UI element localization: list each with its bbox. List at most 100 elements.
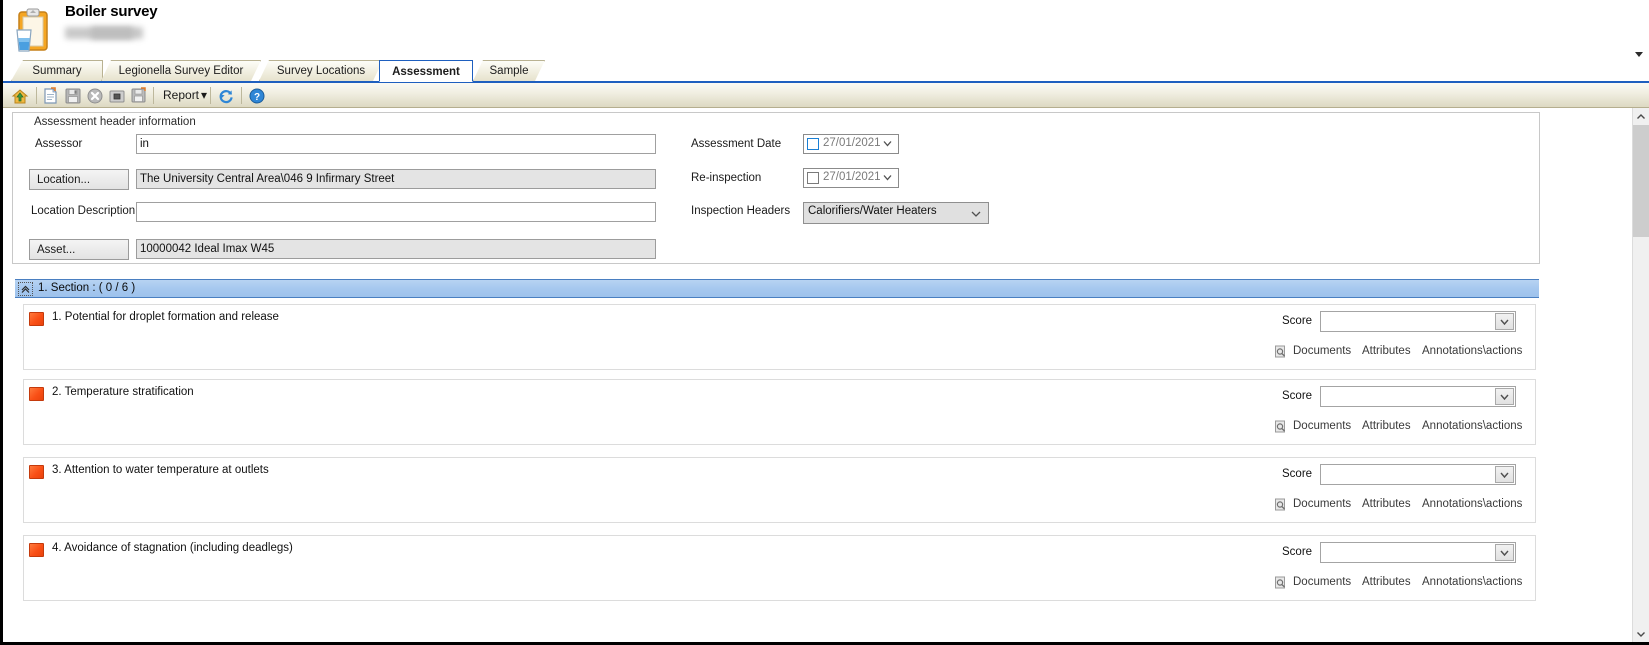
asset-value-input[interactable] bbox=[136, 239, 656, 259]
chevron-down-icon[interactable] bbox=[882, 138, 893, 149]
location-description-label: Location Description bbox=[31, 205, 135, 217]
clipboard-water-icon bbox=[11, 8, 55, 54]
documents-link[interactable]: Documents bbox=[1293, 498, 1351, 510]
attributes-link[interactable]: Attributes bbox=[1362, 345, 1411, 357]
section-header-bar[interactable]: 1. Section : ( 0 / 6 ) bbox=[15, 279, 1539, 298]
asset-button[interactable]: Asset... bbox=[29, 239, 129, 260]
annotations-actions-link[interactable]: Annotations\actions bbox=[1422, 345, 1522, 357]
new-document-icon[interactable] bbox=[42, 87, 60, 105]
document-search-icon[interactable] bbox=[1274, 345, 1287, 358]
score-label: Score bbox=[1282, 390, 1312, 402]
annotations-actions-link[interactable]: Annotations\actions bbox=[1422, 576, 1522, 588]
reinspection-date-value: 27/01/2021 bbox=[823, 171, 881, 183]
reinspection-date-picker[interactable]: 27/01/2021 bbox=[803, 168, 899, 188]
score-select[interactable] bbox=[1320, 464, 1516, 485]
documents-link[interactable]: Documents bbox=[1293, 576, 1351, 588]
score-select[interactable] bbox=[1320, 311, 1516, 332]
toolbar-separator-2 bbox=[153, 87, 154, 104]
location-value-input[interactable] bbox=[136, 169, 656, 189]
reinspection-date-checkbox[interactable] bbox=[807, 172, 819, 184]
page-title: Boiler survey bbox=[65, 3, 157, 20]
inspection-headers-select[interactable]: Calorifiers/Water Heaters bbox=[803, 202, 989, 224]
status-swatch bbox=[29, 387, 44, 401]
tab-label: Survey Locations bbox=[277, 65, 365, 77]
collapse-chevron-icon[interactable] bbox=[18, 282, 33, 296]
svg-text:?: ? bbox=[254, 92, 260, 103]
documents-link[interactable]: Documents bbox=[1293, 345, 1351, 357]
reinspection-label: Re-inspection bbox=[691, 172, 761, 184]
attributes-link[interactable]: Attributes bbox=[1362, 576, 1411, 588]
tab-label: Legionella Survey Editor bbox=[119, 65, 244, 77]
tab-survey-locations[interactable]: Survey Locations bbox=[259, 60, 383, 81]
document-search-icon[interactable] bbox=[1274, 576, 1287, 589]
vertical-scrollbar[interactable] bbox=[1632, 108, 1649, 642]
redacted-subtitle-2 bbox=[91, 27, 133, 39]
document-search-icon[interactable] bbox=[1274, 420, 1287, 433]
chevron-down-icon[interactable] bbox=[1495, 388, 1514, 405]
score-select[interactable] bbox=[1320, 386, 1516, 407]
document-search-icon[interactable] bbox=[1274, 498, 1287, 511]
question-card-4: 4. Avoidance of stagnation (including de… bbox=[23, 535, 1536, 601]
help-icon[interactable]: ? bbox=[248, 87, 266, 105]
toolbar-separator-3 bbox=[210, 87, 211, 104]
chevron-down-icon[interactable] bbox=[1633, 48, 1645, 60]
chevron-down-icon[interactable] bbox=[882, 172, 893, 183]
annotations-actions-link[interactable]: Annotations\actions bbox=[1422, 498, 1522, 510]
tab-sample[interactable]: Sample bbox=[473, 60, 545, 81]
assessment-date-value: 27/01/2021 bbox=[823, 137, 881, 149]
home-icon[interactable] bbox=[11, 87, 29, 105]
refresh-icon[interactable] bbox=[217, 87, 235, 105]
status-swatch bbox=[29, 543, 44, 557]
chevron-down-icon[interactable] bbox=[1495, 313, 1514, 330]
question-text: 2. Temperature stratification bbox=[52, 386, 194, 398]
application-window: Boiler survey Summary Legionella Survey … bbox=[0, 0, 1649, 645]
tab-summary[interactable]: Summary bbox=[11, 60, 103, 81]
question-text: 3. Attention to water temperature at out… bbox=[52, 464, 269, 476]
tab-label: Summary bbox=[32, 65, 81, 77]
score-label: Score bbox=[1282, 468, 1312, 480]
status-swatch bbox=[29, 465, 44, 479]
annotations-actions-link[interactable]: Annotations\actions bbox=[1422, 420, 1522, 432]
attributes-link[interactable]: Attributes bbox=[1362, 498, 1411, 510]
chevron-down-icon[interactable] bbox=[1495, 466, 1514, 483]
scrollbar-thumb[interactable] bbox=[1633, 125, 1649, 237]
save-as-icon[interactable] bbox=[130, 87, 148, 105]
score-select[interactable] bbox=[1320, 542, 1516, 563]
tab-label: Sample bbox=[490, 65, 529, 77]
question-text: 1. Potential for droplet formation and r… bbox=[52, 311, 279, 323]
question-card-3: 3. Attention to water temperature at out… bbox=[23, 457, 1536, 523]
toolbar: Report▾ ? bbox=[3, 83, 1649, 108]
documents-link[interactable]: Documents bbox=[1293, 420, 1351, 432]
inspection-headers-value: Calorifiers/Water Heaters bbox=[808, 205, 937, 217]
groupbox-title: Assessment header information bbox=[31, 116, 199, 128]
assessment-content: Assessment header information Assessor L… bbox=[3, 108, 1649, 642]
inspection-headers-label: Inspection Headers bbox=[691, 205, 790, 217]
scroll-up-icon[interactable] bbox=[1633, 108, 1649, 125]
attributes-link[interactable]: Attributes bbox=[1362, 420, 1411, 432]
tab-legionella-survey-editor[interactable]: Legionella Survey Editor bbox=[101, 60, 261, 81]
tab-label: Assessment bbox=[392, 66, 460, 78]
status-swatch bbox=[29, 312, 44, 326]
tab-assessment[interactable]: Assessment bbox=[379, 60, 473, 82]
score-label: Score bbox=[1282, 315, 1312, 327]
save-icon[interactable] bbox=[64, 87, 82, 105]
assessment-date-picker[interactable]: 27/01/2021 bbox=[803, 134, 899, 154]
chevron-down-icon[interactable] bbox=[1495, 544, 1514, 561]
assessment-date-checkbox[interactable] bbox=[807, 138, 819, 150]
chevron-down-icon bbox=[970, 208, 982, 218]
delete-icon[interactable] bbox=[86, 87, 104, 105]
assessor-input[interactable] bbox=[136, 134, 656, 154]
output-icon[interactable] bbox=[108, 87, 126, 105]
location-description-input[interactable] bbox=[136, 202, 656, 222]
question-card-1: 1. Potential for droplet formation and r… bbox=[23, 304, 1536, 370]
toolbar-separator-4 bbox=[241, 87, 242, 104]
scroll-down-icon[interactable] bbox=[1633, 625, 1649, 642]
report-menu-button[interactable]: Report▾ bbox=[163, 88, 207, 102]
assessor-label: Assessor bbox=[35, 138, 82, 150]
title-bar: Boiler survey bbox=[3, 0, 1649, 60]
location-button[interactable]: Location... bbox=[29, 169, 129, 190]
toolbar-separator-1 bbox=[36, 87, 37, 104]
assessment-date-label: Assessment Date bbox=[691, 138, 781, 150]
question-text: 4. Avoidance of stagnation (including de… bbox=[52, 542, 293, 554]
caret-down-icon: ▾ bbox=[201, 88, 207, 102]
